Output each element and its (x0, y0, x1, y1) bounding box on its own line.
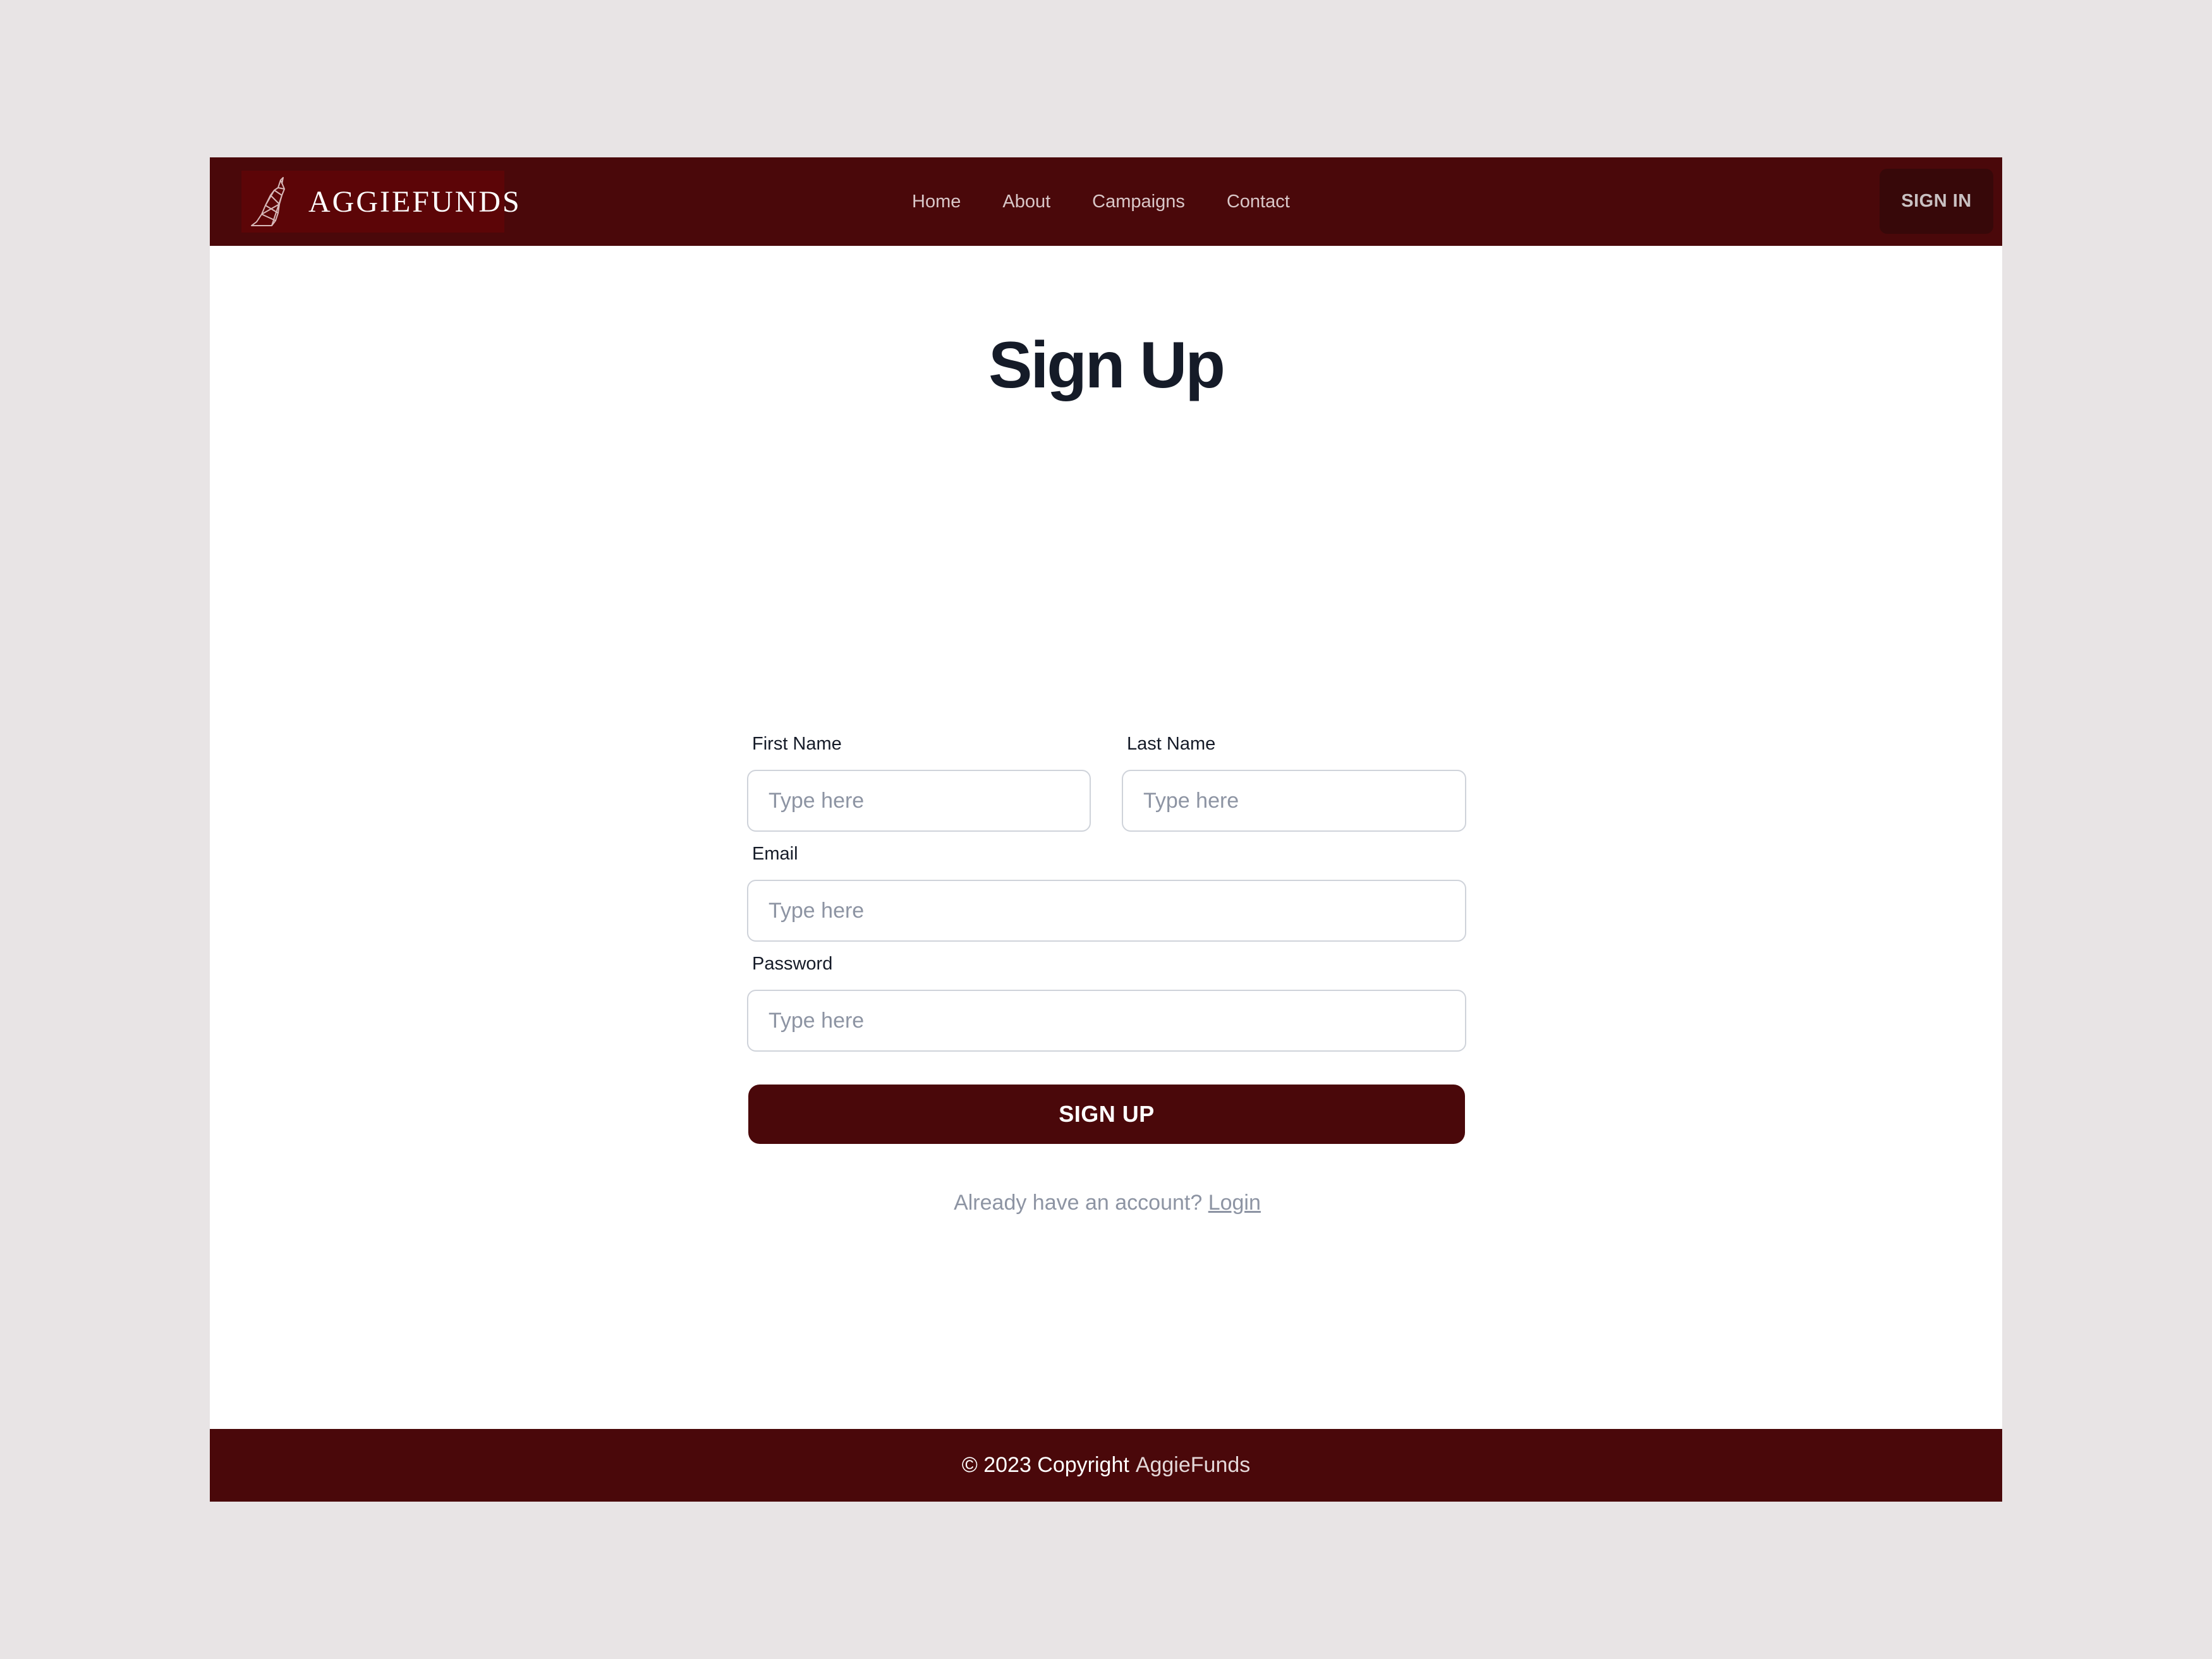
login-link[interactable]: Login (1208, 1191, 1261, 1215)
login-prompt-text: Already have an account? (954, 1191, 1203, 1215)
footer-brand-link[interactable]: AggieFunds (1136, 1453, 1250, 1478)
last-name-label: Last Name (1127, 734, 1216, 754)
page-title: Sign Up (988, 329, 1225, 402)
howling-dog-icon (251, 177, 285, 226)
sign-up-button[interactable]: SIGN UP (748, 1085, 1465, 1144)
main-nav: Home About Campaigns Contact (912, 157, 1290, 246)
login-prompt-line: Already have an account? Login (747, 1191, 1468, 1215)
email-input[interactable] (747, 880, 1466, 942)
navbar: AGGIEFUNDS Home About Campaigns Contact … (210, 157, 2002, 246)
email-label: Email (752, 844, 798, 864)
first-name-input[interactable] (747, 770, 1091, 832)
brand-logo[interactable]: AGGIEFUNDS (241, 171, 520, 233)
browser-page: AGGIEFUNDS Home About Campaigns Contact … (210, 157, 2002, 1502)
footer: © 2023 Copyright AggieFunds (210, 1429, 2002, 1502)
first-name-label: First Name (752, 734, 842, 754)
password-label: Password (752, 954, 833, 974)
nav-home[interactable]: Home (912, 191, 961, 212)
nav-campaigns[interactable]: Campaigns (1092, 191, 1185, 212)
sign-in-button[interactable]: SIGN IN (1880, 169, 1993, 234)
footer-copyright: © 2023 Copyright (961, 1453, 1129, 1477)
nav-about[interactable]: About (1002, 191, 1050, 212)
nav-contact[interactable]: Contact (1227, 191, 1290, 212)
password-input[interactable] (747, 990, 1466, 1052)
last-name-input[interactable] (1122, 770, 1466, 832)
brand-name: AGGIEFUNDS (308, 185, 521, 219)
